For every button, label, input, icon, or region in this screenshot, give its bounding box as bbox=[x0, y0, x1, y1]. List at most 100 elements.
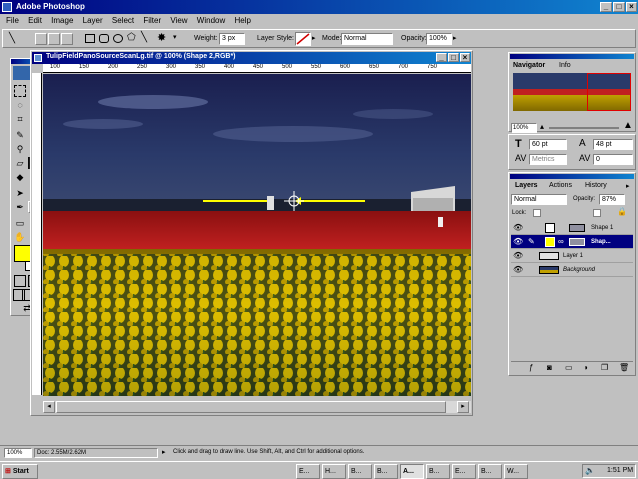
maximize-button[interactable]: □ bbox=[613, 2, 625, 12]
rounded-rectangle-icon[interactable] bbox=[99, 34, 109, 43]
status-zoom[interactable]: 100% bbox=[4, 448, 32, 458]
eye-icon[interactable]: 👁 bbox=[513, 249, 523, 263]
layer-style-swatch[interactable] bbox=[295, 32, 311, 46]
menu-help[interactable]: Help bbox=[234, 16, 250, 25]
menu-image[interactable]: Image bbox=[51, 16, 73, 25]
quick-mask-off-icon[interactable] bbox=[14, 275, 26, 287]
status-arrow-icon[interactable]: ▸ bbox=[162, 448, 166, 456]
menu-select[interactable]: Select bbox=[112, 16, 134, 25]
tab-info[interactable]: Info bbox=[559, 62, 571, 69]
layer-opacity-input[interactable]: 87% bbox=[599, 194, 625, 205]
line-tool-icon[interactable]: ╲ bbox=[9, 33, 23, 45]
taskbar-button[interactable]: W... bbox=[504, 464, 528, 479]
path-mode-button[interactable] bbox=[48, 33, 60, 45]
kerning-input[interactable]: 0 bbox=[593, 154, 633, 165]
document-maximize-button[interactable]: □ bbox=[448, 53, 459, 62]
opacity-slider-arrow-icon[interactable]: ▸ bbox=[453, 34, 457, 42]
zoom-out-icon[interactable]: ▴ bbox=[540, 122, 544, 131]
taskbar-button-active[interactable]: A... bbox=[400, 464, 424, 479]
scroll-thumb[interactable] bbox=[56, 401, 446, 413]
new-set-icon[interactable]: ▭ bbox=[565, 363, 573, 372]
tracking-select[interactable]: Metrics bbox=[529, 154, 567, 165]
clone-stamp-tool-icon[interactable]: ⚲ bbox=[14, 143, 26, 155]
polygon-shape-icon[interactable]: ⬠ bbox=[127, 32, 136, 43]
lock-all-icon[interactable]: 🔒 bbox=[617, 207, 627, 216]
line-shape-icon[interactable]: ╲ bbox=[141, 32, 147, 43]
taskbar-button[interactable]: E... bbox=[452, 464, 476, 479]
eye-icon[interactable]: 👁 bbox=[513, 235, 523, 249]
foreground-color-swatch[interactable] bbox=[14, 245, 31, 262]
layer-row-background[interactable]: 👁 Background bbox=[511, 263, 633, 277]
tab-actions[interactable]: Actions bbox=[549, 182, 572, 189]
minimize-button[interactable]: _ bbox=[600, 2, 612, 12]
blend-mode-select[interactable]: Normal bbox=[511, 194, 567, 205]
leading-input[interactable]: 48 pt bbox=[593, 139, 633, 150]
status-doc-size[interactable]: Doc: 2.55M/2.62M bbox=[34, 448, 158, 458]
trash-icon[interactable]: 🗑 bbox=[619, 363, 629, 372]
path-selection-tool-icon[interactable]: ➤ bbox=[14, 187, 26, 199]
image-canvas[interactable] bbox=[43, 74, 471, 396]
taskbar-button[interactable]: E... bbox=[296, 464, 320, 479]
eye-icon[interactable]: 👁 bbox=[513, 221, 523, 235]
menu-file[interactable]: File bbox=[6, 16, 19, 25]
healing-brush-tool-icon[interactable]: ✎ bbox=[14, 129, 26, 141]
adjustment-layer-icon[interactable]: ◑ bbox=[583, 363, 588, 372]
zoom-in-icon[interactable]: ▲ bbox=[623, 120, 633, 131]
taskbar-button[interactable]: B... bbox=[374, 464, 398, 479]
mode-select[interactable]: Normal bbox=[341, 33, 393, 45]
menu-view[interactable]: View bbox=[170, 16, 187, 25]
taskbar-button[interactable]: H... bbox=[322, 464, 346, 479]
tab-history[interactable]: History bbox=[585, 182, 607, 189]
tab-navigator[interactable]: Navigator bbox=[513, 62, 545, 69]
taskbar-button[interactable]: B... bbox=[478, 464, 502, 479]
marquee-tool-icon[interactable] bbox=[14, 85, 26, 97]
layer-style-dropdown-icon[interactable]: ▸ bbox=[312, 34, 316, 42]
shape-layer-mode-button[interactable] bbox=[35, 33, 47, 45]
layer-style-icon[interactable]: ƒ bbox=[529, 363, 533, 372]
pen-tool-icon[interactable]: ✒ bbox=[14, 201, 26, 213]
vertical-scrollbar[interactable] bbox=[471, 73, 472, 395]
tray-icon[interactable]: 🔈 bbox=[585, 466, 595, 475]
eye-icon[interactable]: 👁 bbox=[513, 263, 523, 277]
rectangle-shape-icon[interactable] bbox=[85, 34, 95, 43]
scroll-right-arrow[interactable]: ▸ bbox=[457, 401, 469, 413]
tab-layers[interactable]: Layers bbox=[515, 182, 538, 189]
shape-dropdown-icon[interactable]: ▾ bbox=[173, 33, 177, 41]
menu-window[interactable]: Window bbox=[197, 16, 225, 25]
navigator-thumbnail[interactable] bbox=[513, 73, 631, 111]
font-size-input[interactable]: 60 pt bbox=[529, 139, 567, 150]
weight-input[interactable]: 3 px bbox=[219, 33, 245, 45]
crop-tool-icon[interactable]: ⌗ bbox=[14, 113, 26, 125]
layer-row-layer-1[interactable]: 👁 Layer 1 bbox=[511, 249, 633, 263]
scroll-left-arrow[interactable]: ◂ bbox=[43, 401, 55, 413]
menu-layer[interactable]: Layer bbox=[83, 16, 103, 25]
navigator-zoom-input[interactable]: 100% bbox=[511, 123, 537, 133]
lock-pixels-checkbox[interactable] bbox=[593, 209, 601, 217]
horizontal-scrollbar[interactable]: ◂ ▸ bbox=[43, 401, 471, 413]
menu-edit[interactable]: Edit bbox=[28, 16, 42, 25]
close-button[interactable]: × bbox=[626, 2, 637, 12]
layer-row-shape-2[interactable]: 👁 ✎ ∞ Shap... bbox=[511, 235, 633, 249]
ellipse-shape-icon[interactable] bbox=[113, 34, 123, 43]
custom-shape-icon[interactable]: ✸ bbox=[157, 31, 166, 44]
lasso-tool-icon[interactable]: ◌ bbox=[14, 99, 26, 111]
add-mask-icon[interactable]: ◙ bbox=[547, 363, 552, 372]
document-minimize-button[interactable]: _ bbox=[436, 53, 447, 62]
opacity-input[interactable]: 100% bbox=[426, 33, 452, 45]
lock-transparency-checkbox[interactable] bbox=[533, 209, 541, 217]
taskbar-button[interactable]: B... bbox=[348, 464, 372, 479]
zoom-slider[interactable] bbox=[549, 127, 619, 129]
hand-tool-icon[interactable]: ✋ bbox=[14, 231, 26, 243]
navigator-view-box[interactable] bbox=[587, 73, 631, 111]
new-layer-icon[interactable]: ❐ bbox=[601, 363, 608, 372]
fill-mode-button[interactable] bbox=[61, 33, 73, 45]
start-button[interactable]: ⊞ Start bbox=[2, 464, 38, 479]
eraser-tool-icon[interactable]: ▱ bbox=[14, 157, 26, 169]
palette-menu-arrow-icon[interactable]: ▸ bbox=[626, 182, 630, 190]
taskbar-button[interactable]: B... bbox=[426, 464, 450, 479]
notes-tool-icon[interactable]: ▭ bbox=[14, 217, 26, 229]
menu-filter[interactable]: Filter bbox=[143, 16, 161, 25]
document-close-button[interactable]: × bbox=[460, 53, 470, 62]
layer-row-shape-1[interactable]: 👁 Shape 1 bbox=[511, 221, 633, 235]
blur-tool-icon[interactable]: ◆ bbox=[14, 171, 26, 183]
